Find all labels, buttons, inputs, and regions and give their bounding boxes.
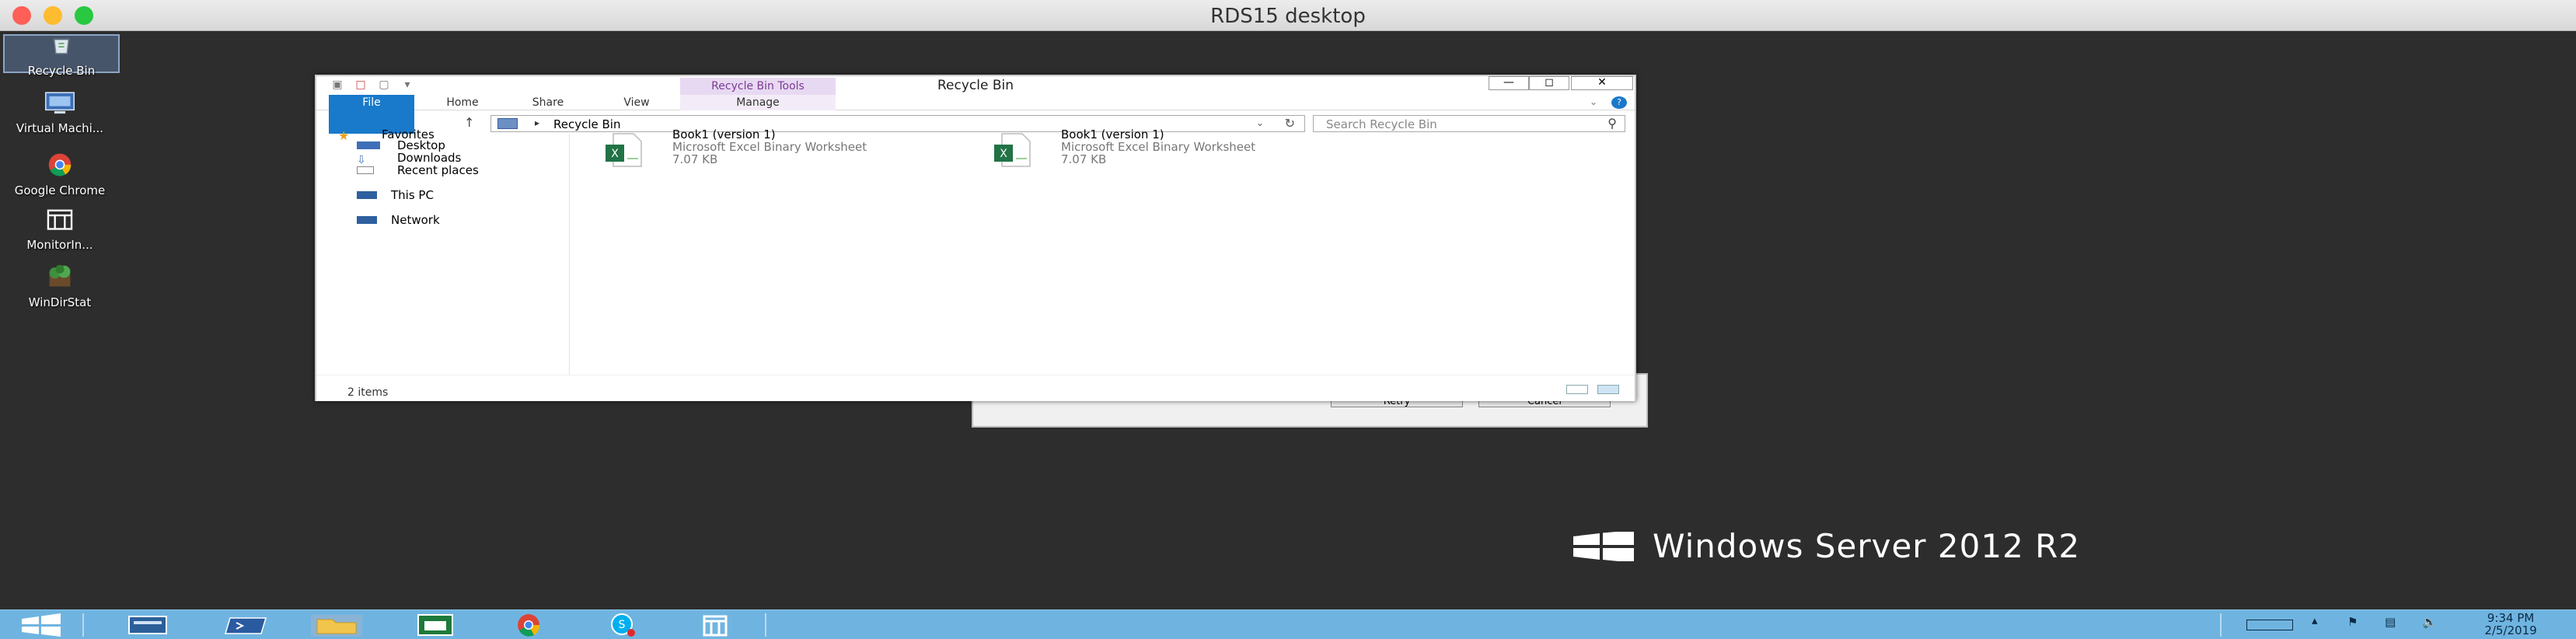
monitor-app-icon[interactable] [684,612,746,638]
desktop-icon-label: Google Chrome [14,183,106,197]
speaker-icon[interactable]: 🔈 [2422,615,2437,629]
desktop-icon-google-chrome[interactable]: Google Chrome [2,152,118,197]
taskbar-separator [2220,613,2222,637]
desktop: Recycle Bin Virtual Machi... Google Chro… [0,31,2576,609]
svg-text:X: X [1000,148,1007,160]
tab-share[interactable]: Share [511,95,585,110]
file-item[interactable]: X Book1 (version 1) Microsoft Excel Bina… [602,127,976,176]
nav-this-pc[interactable]: This PC [391,188,434,202]
breadcrumb-separator-icon[interactable]: ▸ [535,117,539,128]
window-title: Recycle Bin [937,78,1014,93]
chrome-icon[interactable] [497,612,560,638]
skype-icon[interactable]: S [591,612,653,638]
server-manager-icon[interactable] [117,612,179,638]
chevron-up-icon[interactable]: ▴ [2312,613,2318,627]
desktop-icon-recycle-bin[interactable]: Recycle Bin [3,34,120,77]
desktop-icon-label: Recycle Bin [27,64,96,78]
clock-time: 9:34 PM [2487,611,2535,625]
keyboard-icon[interactable] [2246,620,2293,630]
desktop-icon-label: MonitorIn... [26,238,93,252]
minimize-button[interactable]: — [1489,76,1529,90]
close-button[interactable]: ✕ [1571,76,1633,90]
desktop-icon-windirstat[interactable]: WinDirStat [2,264,118,309]
up-arrow-icon[interactable]: ↑ [464,115,474,130]
recycle-bin-icon [53,38,70,54]
nav-recent-places[interactable]: Recent places [397,163,479,177]
desktop-icon-virtual-machine[interactable]: Virtual Machi... [2,90,118,134]
virtual-machine-icon [45,92,75,114]
network-tray-icon[interactable]: ▤ [2385,615,2396,629]
address-dropdown-icon[interactable]: ⌄ [1256,117,1264,128]
details-view-icon[interactable] [1566,385,1588,394]
tab-view[interactable]: View [599,95,674,110]
flag-icon[interactable]: ⚑ [2347,615,2358,629]
file-size: 7.07 KB [1061,152,1107,166]
help-icon[interactable]: ? [1611,96,1627,109]
nav-network[interactable]: Network [391,213,440,227]
svg-text:S: S [619,619,626,631]
mac-window-titlebar: RDS15 desktop [0,0,2576,31]
star-icon: ★ [338,128,350,143]
screen: RDS15 desktop Recycle Bin Virtual Machi.… [0,0,2576,639]
downloads-icon: ⇩ [357,154,366,166]
os-brand-text: Windows Server 2012 R2 [1653,527,2081,565]
windows-logo-icon [1573,532,1634,561]
status-bar: 2 items [316,375,1635,401]
desktop-icon [357,141,380,149]
ribbon-expand-chevron-icon[interactable]: ⌄ [1590,96,1597,107]
search-icon[interactable]: ⚲ [1607,116,1617,131]
item-count: 2 items [347,386,389,399]
desktop-icon-label: WinDirStat [28,295,92,309]
address-row: ↑ ▸ Recycle Bin ⌄ ↻ Search Recycle Bin ⚲ [316,110,1635,134]
chrome-icon [48,153,72,176]
tab-home[interactable]: Home [425,95,500,110]
file-item[interactable]: X Book1 (version 1) Microsoft Excel Bina… [991,127,1364,176]
desktop-icon-label: Virtual Machi... [16,121,104,135]
excel-file-icon: X [994,133,1031,167]
file-explorer-icon[interactable] [302,612,372,638]
large-icons-view-icon[interactable] [1597,385,1619,394]
explorer-titlebar: ▣ □ ▢ ▾ Recycle Bin Tools Recycle Bin — … [316,76,1635,95]
maximize-button[interactable]: ◻ [1529,76,1569,90]
tab-manage[interactable]: Manage [680,95,836,110]
computer-icon [357,191,377,199]
network-icon [357,216,377,224]
taskbar-clock[interactable]: 9:34 PM 2/5/2019 [2472,612,2550,637]
desktop-icon-monitor-app[interactable]: MonitorIn... [2,207,118,251]
explorer-window: ▣ □ ▢ ▾ Recycle Bin Tools Recycle Bin — … [315,75,1636,401]
taskbar: S ▴ ⚑ ▤ 🔈 9:34 PM 2/5/2019 [0,609,2576,639]
windirstat-icon [49,264,71,287]
mac-window-title: RDS15 desktop [1210,5,1366,28]
file-list: X Book1 (version 1) Microsoft Excel Bina… [571,127,1635,375]
start-icon[interactable] [16,612,65,638]
ribbon-tabs: File Home Share View Manage ⌄ ? [316,95,1635,141]
monitor-app-icon [47,209,73,230]
taskbar-separator [82,613,84,637]
navigation-pane: ★ Favorites Desktop ⇩ Downloads Recent p… [316,127,570,375]
svg-text:X: X [611,148,619,160]
recent-places-icon [357,166,374,174]
taskbar-separator [765,613,766,637]
recycle-bin-small-icon [497,118,518,129]
clock-date: 2/5/2019 [2484,623,2537,637]
powershell-icon[interactable] [216,612,278,638]
spreadsheet-icon[interactable] [404,612,466,638]
excel-file-icon: X [606,133,642,167]
file-size: 7.07 KB [672,152,718,166]
